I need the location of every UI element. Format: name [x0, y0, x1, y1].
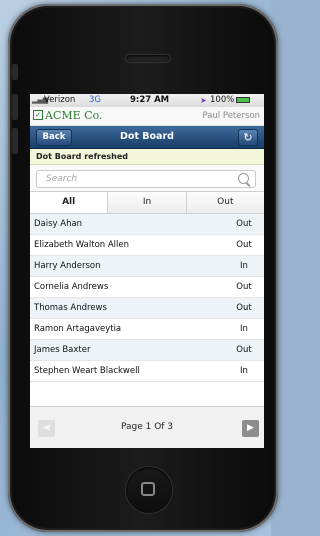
search-bar: Search: [30, 165, 264, 191]
next-page-icon[interactable]: ▶: [242, 420, 259, 437]
volume-down-button: [12, 128, 18, 154]
battery-icon: [236, 97, 250, 103]
carrier-label: Verizon: [44, 95, 76, 105]
tab-in[interactable]: In: [108, 192, 187, 213]
person-name: James Baxter: [34, 345, 91, 355]
clock: 9:27 AM: [130, 95, 170, 105]
person-name: Ramon Artagaveytia: [34, 324, 122, 334]
person-status: Out: [236, 345, 252, 355]
person-name: Elizabeth Walton Allen: [34, 240, 130, 250]
list-item[interactable]: Ramon Artagaveytia In: [30, 319, 264, 340]
user-name: Paul Peterson: [202, 111, 260, 121]
person-name: Cornelia Andrews: [34, 282, 109, 292]
app-screen: ▂▄▆ Verizon 3G 9:27 AM ➤ 100% ✓ ACME Co.…: [30, 94, 264, 448]
person-name: Stephen Weart Blackwell: [34, 366, 140, 376]
person-status: In: [240, 324, 248, 334]
acme-logo-icon: ✓: [33, 110, 43, 120]
company-logo: ACME Co.: [45, 109, 103, 122]
page-title: Dot Board: [120, 131, 174, 142]
person-name: Harry Anderson: [34, 261, 101, 271]
person-status: In: [240, 366, 248, 376]
refresh-icon[interactable]: ↻: [238, 129, 258, 146]
network-type: 3G: [89, 95, 101, 105]
person-status: Out: [236, 282, 252, 292]
status-bar: ▂▄▆ Verizon 3G 9:27 AM ➤ 100%: [30, 94, 264, 107]
nav-bar: Back Dot Board ↻: [30, 126, 264, 149]
page-indicator: Page 1 Of 3: [120, 422, 174, 432]
filter-tabs: All In Out: [30, 191, 264, 214]
list-item[interactable]: Daisy Ahan Out: [30, 214, 264, 235]
list-item[interactable]: James Baxter Out: [30, 340, 264, 361]
refresh-notice: Dot Board refreshed: [30, 149, 264, 165]
person-status: Out: [236, 240, 252, 250]
list-item[interactable]: Thomas Andrews Out: [30, 298, 264, 319]
brand-header: ✓ ACME Co. Paul Peterson: [30, 107, 264, 126]
earpiece-speaker: [126, 55, 170, 62]
search-placeholder: Search: [46, 174, 78, 184]
list-item[interactable]: Cornelia Andrews Out: [30, 277, 264, 298]
person-name: Daisy Ahan: [34, 219, 83, 229]
person-status: Out: [236, 303, 252, 313]
battery-percent: 100%: [210, 95, 235, 105]
mute-switch: [12, 64, 18, 80]
person-status: In: [240, 261, 248, 271]
person-name: Thomas Andrews: [34, 303, 107, 313]
tab-out[interactable]: Out: [186, 192, 264, 213]
location-arrow-icon: ➤: [200, 96, 207, 105]
pagination-bar: ◀ Page 1 Of 3 ▶: [30, 406, 264, 448]
search-input[interactable]: Search: [36, 170, 256, 188]
people-list: Daisy Ahan Out Elizabeth Walton Allen Ou…: [30, 214, 264, 382]
list-item[interactable]: Harry Anderson In: [30, 256, 264, 277]
list-item[interactable]: Stephen Weart Blackwell In: [30, 361, 264, 382]
list-item[interactable]: Elizabeth Walton Allen Out: [30, 235, 264, 256]
home-square-icon: [141, 482, 155, 496]
tab-all[interactable]: All: [30, 192, 109, 213]
search-icon[interactable]: [238, 173, 249, 184]
person-status: Out: [236, 219, 252, 229]
volume-up-button: [12, 94, 18, 120]
